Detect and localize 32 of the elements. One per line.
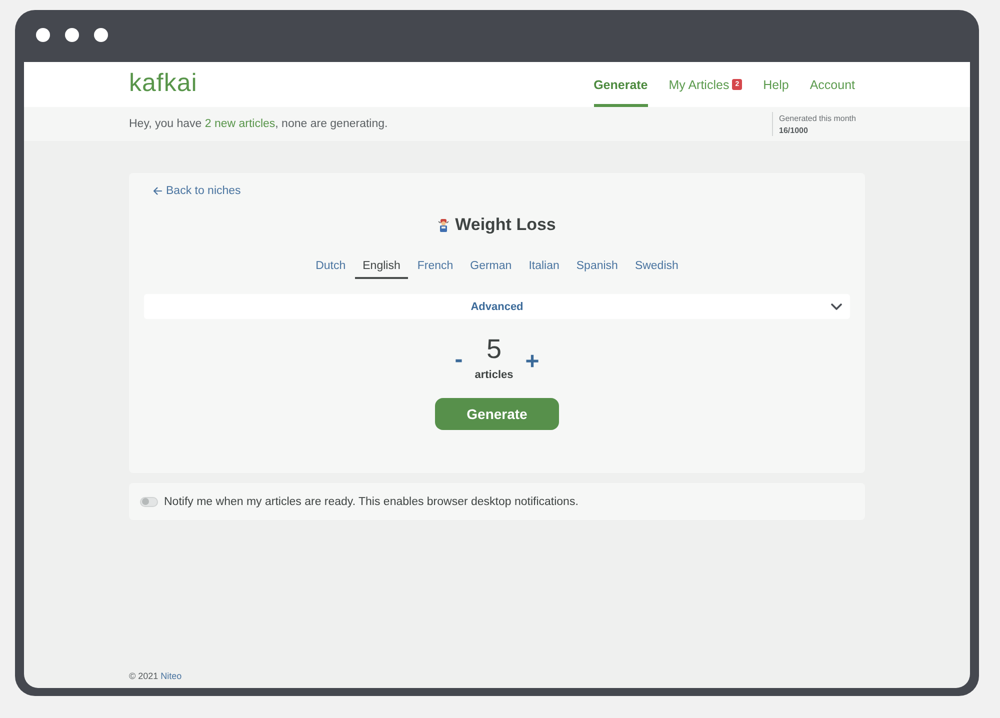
advanced-section-header[interactable]: Advanced: [144, 294, 850, 319]
arrow-left-icon: [153, 187, 162, 195]
language-tab[interactable]: French: [409, 254, 462, 279]
language-tab[interactable]: Dutch: [308, 254, 354, 279]
count-unit-label: articles: [474, 369, 514, 381]
language-tab[interactable]: Spanish: [568, 254, 626, 279]
chevron-down-icon: [831, 302, 842, 310]
niche-title: Weight Loss: [455, 215, 556, 235]
nav-link[interactable]: Help: [763, 62, 789, 107]
company-link[interactable]: Niteo: [160, 671, 182, 681]
count-value: 5: [486, 336, 502, 363]
stat-value: 16/1000: [779, 126, 809, 134]
new-articles-link[interactable]: 2 new articles: [204, 118, 276, 130]
language-tab[interactable]: Italian: [520, 254, 568, 279]
stat-label: Generated this month: [779, 114, 857, 122]
window-dot-icon: [94, 28, 108, 42]
decrement-button[interactable]: -: [452, 348, 465, 372]
toggle-switch[interactable]: [140, 496, 158, 506]
nav-link[interactable]: Account: [810, 62, 855, 107]
back-link[interactable]: Back to niches: [153, 185, 241, 197]
notice-message: Hey, you have 2 new articles, none are generating.: [129, 118, 388, 130]
notify-label: Notify me when my articles are ready. This enables browser desktop notifications.: [164, 496, 578, 508]
window-dot-icon: [36, 28, 50, 42]
figure-icon: [438, 218, 450, 232]
logo[interactable]: kafkai: [129, 71, 198, 98]
generate-button[interactable]: Generate: [435, 398, 559, 430]
window-dot-icon: [65, 28, 79, 42]
language-tab[interactable]: German: [462, 254, 520, 279]
language-tab[interactable]: English: [354, 254, 408, 279]
increment-button[interactable]: +: [523, 350, 542, 374]
copyright-text: © 2021 Niteo: [129, 671, 182, 681]
language-tab[interactable]: Swedish: [626, 254, 686, 279]
